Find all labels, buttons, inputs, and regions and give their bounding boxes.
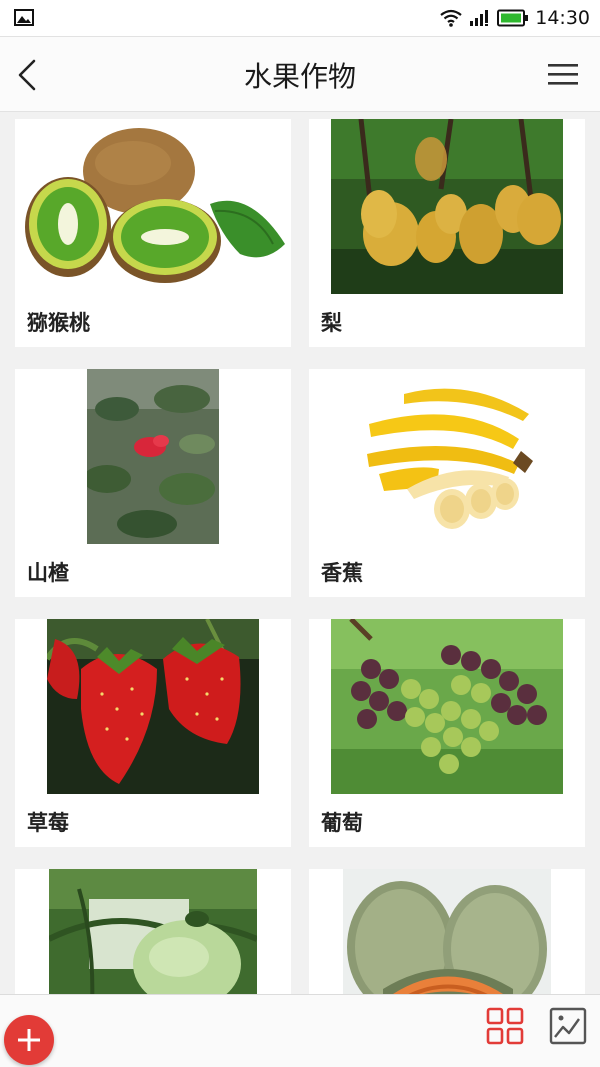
fruit-name: 葡萄 bbox=[321, 811, 363, 835]
banana-image bbox=[309, 369, 585, 544]
melon-vine-image bbox=[49, 869, 257, 994]
image-icon bbox=[14, 9, 34, 26]
list-item[interactable]: 草莓 bbox=[15, 619, 291, 847]
fruit-image bbox=[49, 869, 257, 994]
list-item[interactable]: 猕猴桃 bbox=[15, 119, 291, 347]
grape-image bbox=[331, 619, 563, 794]
fruit-name: 香蕉 bbox=[321, 561, 363, 585]
fruit-grid: 猕猴桃 梨 山楂 香蕉 草莓 葡萄 bbox=[0, 112, 600, 994]
strawberry-image bbox=[47, 619, 259, 794]
page-title: 水果作物 bbox=[243, 60, 356, 93]
signal-icon bbox=[470, 10, 489, 26]
list-item[interactable]: 山楂 bbox=[15, 369, 291, 597]
fruit-image bbox=[343, 869, 551, 994]
hamburger-menu-icon[interactable] bbox=[548, 61, 578, 89]
pear-image bbox=[331, 119, 563, 294]
fruit-image bbox=[331, 619, 563, 794]
fruit-name: 梨 bbox=[321, 311, 342, 335]
status-time: 14:30 bbox=[535, 7, 590, 29]
fruit-name: 山楂 bbox=[27, 561, 69, 585]
gallery-icon[interactable] bbox=[549, 1007, 587, 1045]
back-chevron-icon[interactable] bbox=[14, 57, 44, 93]
fruit-name: 草莓 bbox=[27, 811, 69, 835]
grid-view-icon[interactable] bbox=[486, 1007, 524, 1045]
hawthorn-image bbox=[87, 369, 219, 544]
fruit-image bbox=[15, 119, 291, 294]
fruit-name: 猕猴桃 bbox=[27, 311, 90, 335]
battery-icon bbox=[497, 9, 529, 27]
list-item[interactable] bbox=[15, 869, 291, 994]
fruit-image bbox=[331, 119, 563, 294]
status-bar: 14:30 bbox=[0, 0, 600, 36]
list-item[interactable]: 梨 bbox=[309, 119, 585, 347]
wifi-icon bbox=[440, 9, 462, 27]
cantaloupe-image bbox=[343, 869, 551, 994]
fruit-image bbox=[47, 619, 259, 794]
add-button[interactable] bbox=[4, 1015, 54, 1065]
bottom-bar bbox=[0, 994, 600, 1067]
list-item[interactable]: 葡萄 bbox=[309, 619, 585, 847]
kiwi-image bbox=[15, 119, 291, 294]
status-icons: 14:30 bbox=[439, 6, 590, 30]
list-item[interactable] bbox=[309, 869, 585, 994]
list-item[interactable]: 香蕉 bbox=[309, 369, 585, 597]
plus-icon bbox=[18, 1029, 40, 1051]
app-bar: 水果作物 bbox=[0, 36, 600, 112]
fruit-image bbox=[87, 369, 219, 544]
fruit-image bbox=[309, 369, 585, 544]
